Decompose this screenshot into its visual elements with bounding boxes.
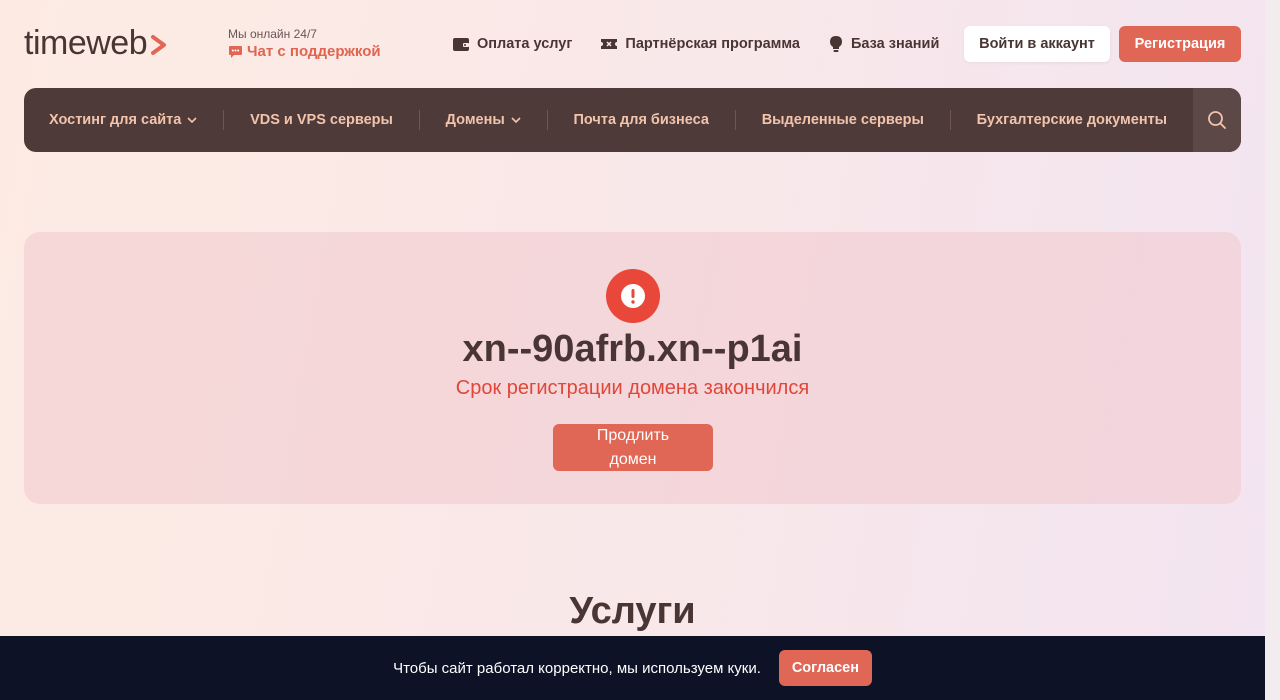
chevron-down-icon xyxy=(511,117,521,123)
nav-item-label: Почта для бизнеса xyxy=(573,112,709,128)
nav-item-dedicated[interactable]: Выделенные серверы xyxy=(736,88,950,152)
renew-domain-button[interactable]: Продлить домен xyxy=(553,424,713,471)
nav-item-domains[interactable]: Домены xyxy=(420,88,547,152)
site-header: timeweb Мы онлайн 24/7 Чат с поддержкой … xyxy=(0,0,1280,88)
services-heading: Услуги xyxy=(569,590,696,632)
chevron-down-icon xyxy=(187,117,197,123)
nav-item-label: Выделенные серверы xyxy=(761,112,924,128)
nav-item-label: Бухгалтерские документы xyxy=(976,112,1168,128)
support-block: Мы онлайн 24/7 Чат с поддержкой xyxy=(228,27,381,61)
timeweb-logo[interactable]: timeweb xyxy=(24,26,168,60)
knowledge-base-label: База знаний xyxy=(850,36,940,52)
domain-name: xn--90afrb.xn--p1ai xyxy=(462,328,803,370)
search-icon xyxy=(1208,111,1226,129)
wallet-icon xyxy=(453,38,469,51)
nav-item-mail[interactable]: Почта для бизнеса xyxy=(548,88,735,152)
support-chat-label: Чат с поддержкой xyxy=(247,43,381,60)
domain-status-text: Срок регистрации домена закончился xyxy=(455,377,810,399)
partner-link-label: Партнёрская программа xyxy=(625,36,800,52)
cookie-banner: Чтобы сайт работал корректно, мы использ… xyxy=(0,636,1265,700)
ticket-icon xyxy=(601,39,618,49)
nav-item-label: Домены xyxy=(445,112,505,128)
cookie-agree-button[interactable]: Согласен xyxy=(778,650,872,686)
top-links: Оплата услуг Партнёрская программа База … xyxy=(452,34,967,54)
nav-item-label: Хостинг для сайта xyxy=(49,112,182,128)
login-button[interactable]: Войти в аккаунт xyxy=(964,26,1110,62)
logo-text: timeweb xyxy=(24,24,148,62)
support-note: Мы онлайн 24/7 xyxy=(228,27,317,41)
knowledge-base-link[interactable]: База знаний xyxy=(828,34,939,54)
cookie-text: Чтобы сайт работал корректно, мы использ… xyxy=(393,659,761,677)
support-chat-link[interactable]: Чат с поддержкой xyxy=(228,43,381,61)
payment-link-label: Оплата услуг xyxy=(477,36,573,52)
nav-search-button[interactable] xyxy=(1193,88,1241,152)
partner-link[interactable]: Партнёрская программа xyxy=(600,34,800,54)
chat-icon xyxy=(229,46,242,58)
nav-item-hosting[interactable]: Хостинг для сайта xyxy=(24,88,223,152)
nav-item-vds[interactable]: VDS и VPS серверы xyxy=(224,88,419,152)
domain-status-card: xn--90afrb.xn--p1ai Срок регистрации дом… xyxy=(24,232,1241,504)
register-button[interactable]: Регистрация xyxy=(1119,26,1241,62)
payment-link[interactable]: Оплата услуг xyxy=(452,34,572,54)
scrollbar[interactable] xyxy=(1265,0,1280,700)
main-nav: Хостинг для сайта VDS и VPS серверы Доме… xyxy=(24,88,1241,152)
lightbulb-icon xyxy=(829,36,842,52)
nav-item-accounting[interactable]: Бухгалтерские документы xyxy=(951,88,1193,152)
alert-icon xyxy=(606,269,660,323)
nav-item-label: VDS и VPS серверы xyxy=(250,112,393,128)
logo-chevron-icon xyxy=(151,35,167,55)
